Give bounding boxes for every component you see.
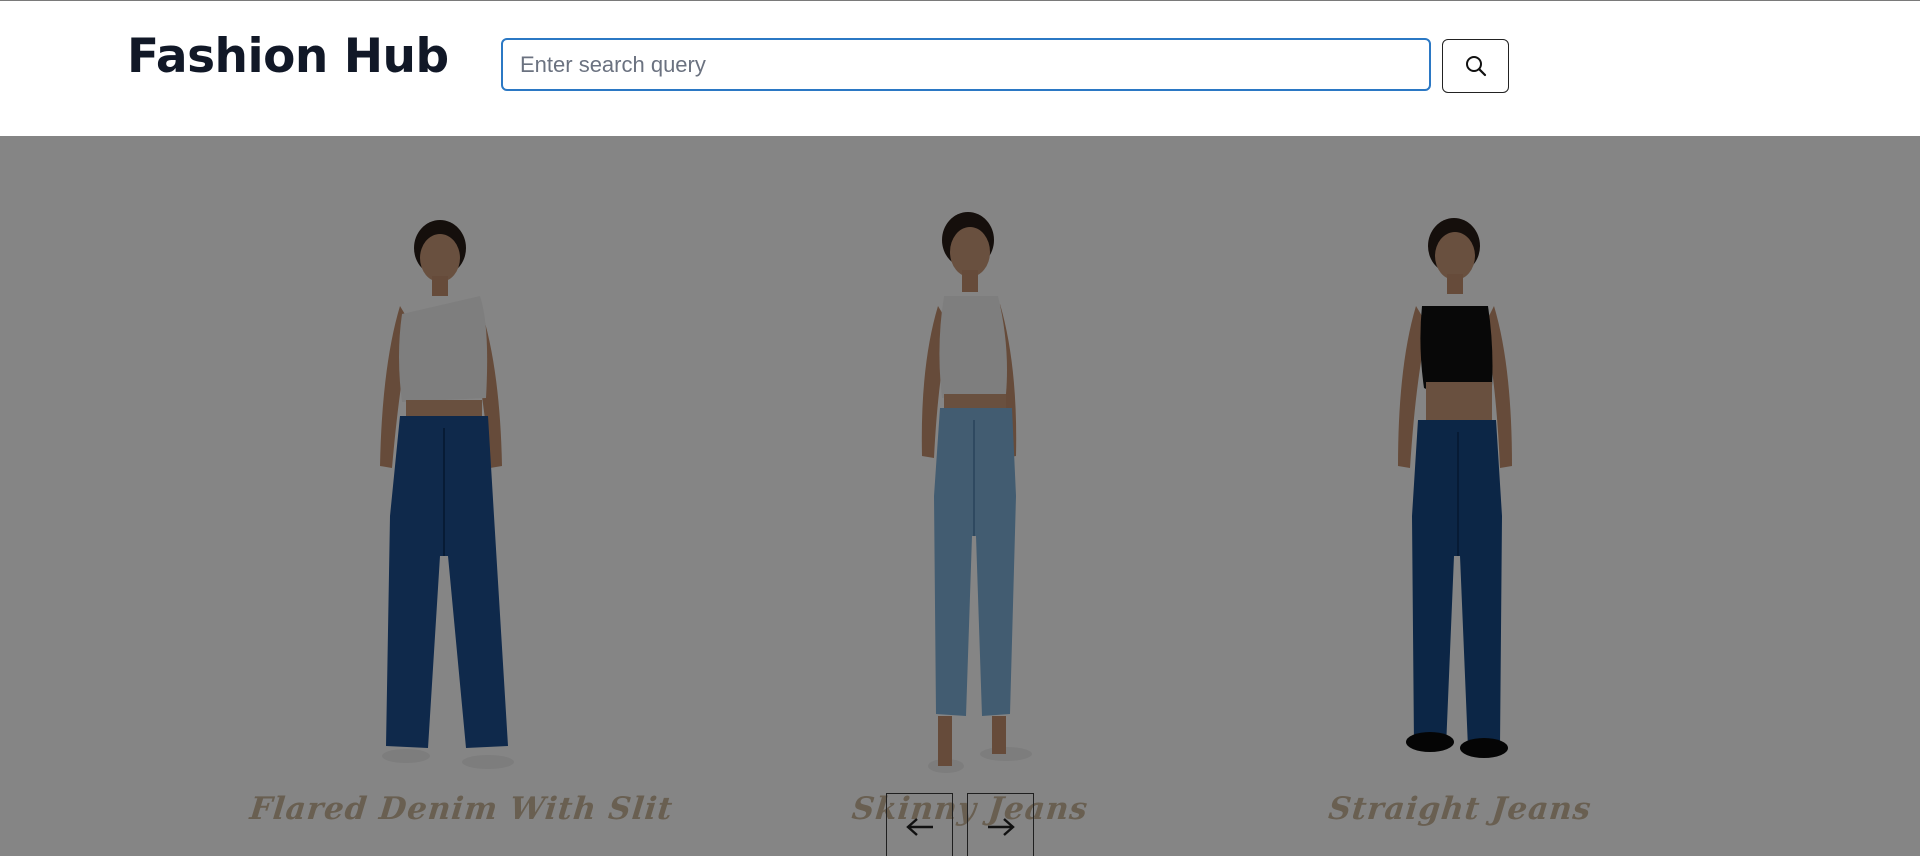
search-icon <box>1465 56 1486 77</box>
search-input[interactable] <box>501 38 1431 91</box>
brand-logo-text[interactable]: Fashion Hub <box>127 29 449 84</box>
site-header: Fashion Hub <box>0 1 1920 136</box>
search-button[interactable] <box>1442 39 1509 93</box>
product-carousel: Flared Denim With Slit Skinny Jeans Stra… <box>0 136 1920 856</box>
carousel-prev-button[interactable] <box>886 793 953 856</box>
arrow-left-icon <box>905 817 933 836</box>
arrow-right-icon <box>987 817 1015 836</box>
modal-backdrop[interactable] <box>0 136 1920 856</box>
carousel-next-button[interactable] <box>967 793 1034 856</box>
